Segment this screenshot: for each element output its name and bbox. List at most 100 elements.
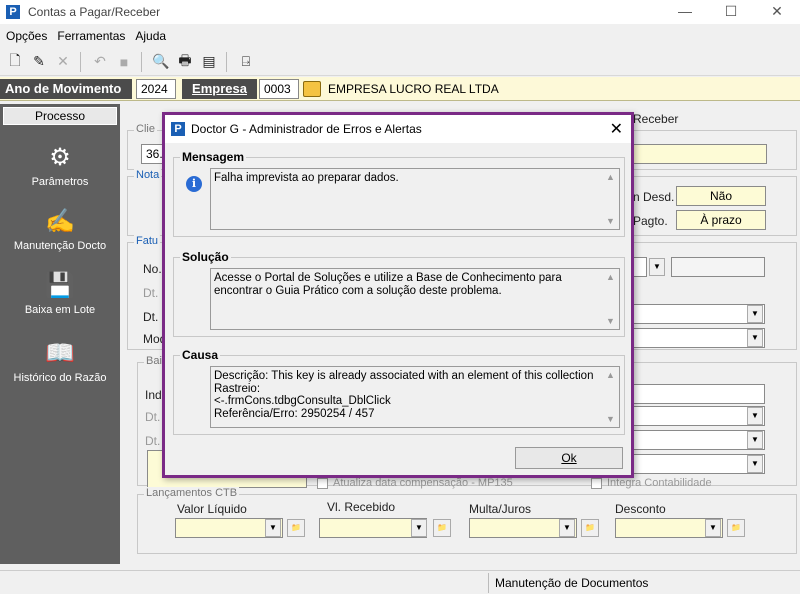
menu-ferramentas[interactable]: Ferramentas	[57, 29, 125, 43]
chevron-down-icon[interactable]: ▼	[747, 305, 763, 323]
chevron-down-icon[interactable]: ▼	[705, 519, 721, 537]
delete-icon[interactable]: ✕	[54, 53, 72, 71]
sidebar-item-manutencao[interactable]: ✍ Manutenção Docto	[0, 206, 120, 253]
empresa-code-field[interactable]: 0003	[259, 79, 299, 99]
ind-label: Ind	[145, 388, 162, 402]
gears-icon: ⚙	[49, 143, 71, 171]
empresa-name: EMPRESA LUCRO REAL LTDA	[324, 79, 800, 99]
dt-label: Dt.	[143, 310, 159, 324]
causa-line: Referência/Erro: 2950254 / 457	[214, 407, 375, 420]
causa-line: Rastreio:	[214, 382, 261, 395]
maximize-button[interactable]: ☐	[708, 0, 754, 24]
folder-icon[interactable]: 📁	[287, 519, 305, 537]
causa-textbox[interactable]: Descrição: This key is already associate…	[210, 366, 620, 428]
pagto-label: Pagto.	[633, 214, 668, 228]
fatura-extra-field	[671, 257, 765, 277]
solucao-label: Solução	[180, 250, 231, 264]
chevron-down-icon[interactable]: ▼	[747, 329, 763, 347]
stop-icon[interactable]: ■	[115, 53, 133, 71]
status-bar: Manutenção de Documentos	[0, 570, 800, 594]
edit-document-icon[interactable]: ✎	[30, 53, 48, 71]
dt-label: Dt.	[145, 434, 161, 448]
col-valor-liquido: Valor Líquido	[177, 502, 247, 516]
chevron-down-icon[interactable]: ▼	[747, 431, 763, 449]
dt-label: Dt.	[145, 410, 161, 424]
toolbar-separator	[80, 51, 81, 72]
toolbar-separator	[226, 51, 227, 72]
folder-icon[interactable]: 📁	[581, 519, 599, 537]
app-logo-icon: P	[171, 122, 185, 136]
folder-icon[interactable]: 📁	[433, 519, 451, 537]
chevron-down-icon[interactable]: ▼	[747, 407, 763, 425]
col-multa-juros: Multa/Juros	[469, 502, 532, 516]
cliente-group-label: Clie	[134, 123, 157, 135]
ano-movimento-field[interactable]: 2024	[136, 79, 176, 99]
scrollbar[interactable]: ▲ ▼	[602, 269, 619, 329]
atualiza-label: Atualiza data compensação - MP135	[333, 477, 513, 489]
mensagem-label: Mensagem	[180, 150, 247, 164]
close-icon[interactable]: ✕	[610, 119, 623, 139]
ok-button[interactable]: Ok	[515, 447, 623, 469]
open-folder-icon[interactable]	[303, 81, 321, 97]
baixa-dropdown-2[interactable]	[629, 430, 765, 450]
close-window-button[interactable]: ✕	[754, 0, 800, 24]
chevron-down-icon[interactable]: ▼	[265, 519, 281, 537]
causa-line: Descrição: This key is already associate…	[214, 370, 594, 382]
integra-label: Integra Contabilidade	[607, 477, 712, 489]
sidebar-item-baixa[interactable]: 💾 Baixa em Lote	[0, 270, 120, 317]
tab-receber[interactable]: Receber	[633, 112, 678, 126]
no-label: No.	[143, 262, 162, 276]
sidebar-item-label: Histórico do Razão	[13, 372, 107, 384]
sidebar-item-label: Manutenção Docto	[13, 240, 107, 252]
fatura-dropdown[interactable]	[629, 304, 765, 324]
menu-bar: Opções Ferramentas Ajuda	[0, 26, 800, 46]
scrollbar[interactable]: ▲ ▼	[602, 169, 619, 229]
ano-movimento-label: Ano de Movimento	[0, 79, 132, 99]
mensagem-textbox[interactable]: Falha imprevista ao preparar dados. ▲ ▼	[210, 168, 620, 230]
scrollbar[interactable]: ▲ ▼	[602, 367, 619, 427]
baixa-field[interactable]	[629, 384, 765, 404]
sidebar-item-parametros[interactable]: ⚙ Parâmetros	[0, 142, 120, 189]
toolbar: 🗋 ✎ ✕ ↶ ■ 🔍 🖶 ▤ ⍈	[0, 48, 800, 76]
dialog-title: Doctor G - Administrador de Erros e Aler…	[191, 122, 422, 136]
desd-field[interactable]: Não	[676, 186, 766, 206]
pencil-paper-icon: ✍	[45, 207, 75, 235]
mod-dropdown[interactable]	[629, 328, 765, 348]
report-icon[interactable]: ▤	[200, 53, 218, 71]
chevron-down-icon[interactable]: ▼	[649, 258, 665, 276]
sidebar-item-historico[interactable]: 📖 Histórico do Razão	[0, 338, 120, 385]
dt-label: Dt.	[143, 286, 159, 300]
minimize-button[interactable]: —	[662, 0, 708, 24]
menu-ajuda[interactable]: Ajuda	[135, 29, 166, 43]
lancamentos-group-label: Lançamentos CTB	[144, 487, 240, 499]
disk-batch-icon: 💾	[45, 271, 75, 299]
menu-opcoes[interactable]: Opções	[6, 29, 47, 43]
baixa-dropdown[interactable]	[629, 406, 765, 426]
causa-line: <-.frmCons.tdbgConsulta_DblClick	[214, 395, 391, 407]
chevron-down-icon[interactable]: ▼	[559, 519, 575, 537]
integra-checkbox[interactable]	[591, 478, 602, 489]
exit-door-icon[interactable]: ⍈	[237, 53, 255, 71]
cliente-name-field[interactable]	[623, 144, 767, 164]
print-preview-icon[interactable]: 🔍	[152, 53, 170, 71]
solucao-section: Solução Acesse o Portal de Soluções e ut…	[173, 250, 625, 337]
col-desconto: Desconto	[615, 502, 666, 516]
folder-icon[interactable]: 📁	[727, 519, 745, 537]
new-document-icon[interactable]: 🗋	[6, 52, 24, 71]
sidebar-item-label: Parâmetros	[31, 176, 89, 188]
chevron-down-icon[interactable]: ▼	[747, 455, 763, 473]
mensagem-section: Mensagem i Falha imprevista ao preparar …	[173, 150, 625, 237]
atualiza-checkbox[interactable]	[317, 478, 328, 489]
empresa-label[interactable]: Empresa	[182, 79, 257, 99]
pagto-field[interactable]: À prazo	[676, 210, 766, 230]
error-dialog: P Doctor G - Administrador de Erros e Al…	[162, 112, 634, 478]
solucao-textbox[interactable]: Acesse o Portal de Soluções e utilize a …	[210, 268, 620, 330]
undo-icon[interactable]: ↶	[91, 53, 109, 71]
baixa-dropdown-3[interactable]	[629, 454, 765, 474]
info-icon: i	[186, 176, 202, 192]
sidebar-header: Processo	[3, 107, 117, 125]
process-sidebar: Processo ⚙ Parâmetros ✍ Manutenção Docto…	[0, 104, 120, 564]
printer-icon[interactable]: 🖶	[176, 52, 194, 71]
chevron-down-icon[interactable]: ▼	[411, 519, 427, 537]
toolbar-separator	[141, 51, 142, 72]
